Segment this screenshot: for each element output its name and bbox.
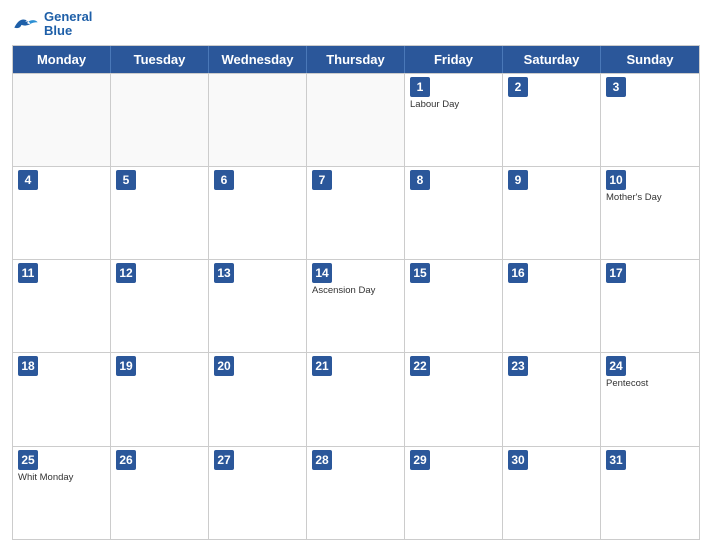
- cell-date-number: 26: [116, 450, 136, 470]
- calendar-cell: 21: [307, 353, 405, 445]
- cell-date-number: 4: [18, 170, 38, 190]
- calendar-cell: 22: [405, 353, 503, 445]
- calendar-cell: 25 Whit Monday: [13, 447, 111, 539]
- weekday-header: Tuesday: [111, 46, 209, 73]
- cell-date-number: 10: [606, 170, 626, 190]
- calendar-cell: 26: [111, 447, 209, 539]
- cell-date-number: 31: [606, 450, 626, 470]
- calendar-cell: 10 Mother's Day: [601, 167, 699, 259]
- cell-date-number: 18: [18, 356, 38, 376]
- calendar-header: MondayTuesdayWednesdayThursdayFridaySatu…: [13, 46, 699, 73]
- cell-date-number: 27: [214, 450, 234, 470]
- calendar-cell: 8: [405, 167, 503, 259]
- weekday-header: Thursday: [307, 46, 405, 73]
- cell-date-number: 24: [606, 356, 626, 376]
- cell-date-number: 25: [18, 450, 38, 470]
- calendar-cell: 29: [405, 447, 503, 539]
- calendar-cell: 28: [307, 447, 405, 539]
- cell-event-label: Pentecost: [606, 378, 694, 389]
- cell-date-number: 8: [410, 170, 430, 190]
- calendar-cell: 18: [13, 353, 111, 445]
- calendar-cell: 31: [601, 447, 699, 539]
- calendar-cell: [13, 74, 111, 166]
- calendar-cell: 3: [601, 74, 699, 166]
- calendar-cell: 5: [111, 167, 209, 259]
- logo-text-block: General Blue: [44, 10, 92, 39]
- cell-date-number: 20: [214, 356, 234, 376]
- cell-date-number: 23: [508, 356, 528, 376]
- cell-date-number: 15: [410, 263, 430, 283]
- calendar-cell: 11: [13, 260, 111, 352]
- cell-date-number: 14: [312, 263, 332, 283]
- cell-date-number: 30: [508, 450, 528, 470]
- calendar-cell: 9: [503, 167, 601, 259]
- calendar-row: 11 12 13 14 Ascension Day 15 16 17: [13, 259, 699, 352]
- cell-event-label: Whit Monday: [18, 472, 105, 483]
- calendar-cell: 16: [503, 260, 601, 352]
- calendar-cell: 15: [405, 260, 503, 352]
- calendar-row: 1 Labour Day 2 3: [13, 73, 699, 166]
- cell-date-number: 9: [508, 170, 528, 190]
- cell-date-number: 5: [116, 170, 136, 190]
- calendar-cell: 30: [503, 447, 601, 539]
- cell-date-number: 16: [508, 263, 528, 283]
- cell-date-number: [312, 77, 332, 97]
- calendar-cell: 2: [503, 74, 601, 166]
- cell-date-number: 21: [312, 356, 332, 376]
- calendar-row: 18 19 20 21 22 23 24 Pentecost: [13, 352, 699, 445]
- calendar-cell: 1 Labour Day: [405, 74, 503, 166]
- logo: General Blue: [12, 10, 92, 39]
- cell-date-number: 28: [312, 450, 332, 470]
- cell-date-number: [214, 77, 234, 97]
- cell-date-number: 29: [410, 450, 430, 470]
- cell-date-number: 7: [312, 170, 332, 190]
- weekday-header: Sunday: [601, 46, 699, 73]
- calendar-cell: 7: [307, 167, 405, 259]
- cell-event-label: Ascension Day: [312, 285, 399, 296]
- calendar-row: 25 Whit Monday 26 27 28 29 30 31: [13, 446, 699, 539]
- calendar-cell: 19: [111, 353, 209, 445]
- cell-date-number: 1: [410, 77, 430, 97]
- cell-date-number: 11: [18, 263, 38, 283]
- logo-general: General: [44, 10, 92, 24]
- logo-bird-icon: [12, 15, 40, 33]
- cell-date-number: 6: [214, 170, 234, 190]
- calendar-cell: 4: [13, 167, 111, 259]
- calendar-row: 4 5 6 7 8 9 10 Mother's Day: [13, 166, 699, 259]
- calendar-cell: 24 Pentecost: [601, 353, 699, 445]
- weekday-header: Friday: [405, 46, 503, 73]
- cell-event-label: Mother's Day: [606, 192, 694, 203]
- cell-date-number: 17: [606, 263, 626, 283]
- weekday-header: Saturday: [503, 46, 601, 73]
- logo-blue-word: Blue: [44, 24, 72, 38]
- cell-date-number: 22: [410, 356, 430, 376]
- cell-date-number: [116, 77, 136, 97]
- calendar-cell: [307, 74, 405, 166]
- cell-date-number: 19: [116, 356, 136, 376]
- calendar-cell: 20: [209, 353, 307, 445]
- calendar-cell: 13: [209, 260, 307, 352]
- calendar-cell: [111, 74, 209, 166]
- calendar-cell: [209, 74, 307, 166]
- calendar-cell: 6: [209, 167, 307, 259]
- calendar-cell: 17: [601, 260, 699, 352]
- weekday-header: Wednesday: [209, 46, 307, 73]
- calendar: MondayTuesdayWednesdayThursdayFridaySatu…: [12, 45, 700, 540]
- page: General Blue MondayTuesdayWednesdayThurs…: [0, 0, 712, 550]
- cell-date-number: 2: [508, 77, 528, 97]
- calendar-cell: 14 Ascension Day: [307, 260, 405, 352]
- calendar-cell: 23: [503, 353, 601, 445]
- cell-date-number: 3: [606, 77, 626, 97]
- calendar-cell: 12: [111, 260, 209, 352]
- weekday-header: Monday: [13, 46, 111, 73]
- calendar-body: 1Labour Day2345678910Mother's Day1112131…: [13, 73, 699, 539]
- cell-event-label: Labour Day: [410, 99, 497, 110]
- header: General Blue: [12, 10, 700, 39]
- cell-date-number: [18, 77, 38, 97]
- cell-date-number: 12: [116, 263, 136, 283]
- calendar-cell: 27: [209, 447, 307, 539]
- cell-date-number: 13: [214, 263, 234, 283]
